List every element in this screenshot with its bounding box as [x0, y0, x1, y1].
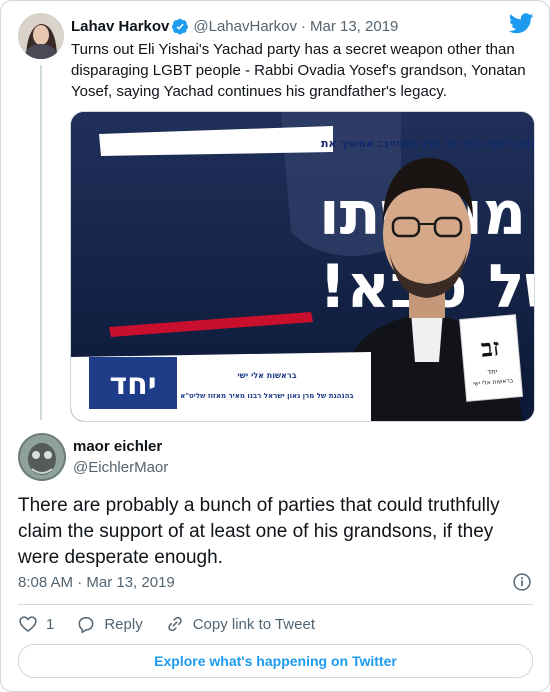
ballot-sub-1: יחד — [487, 367, 498, 376]
heart-icon — [19, 616, 37, 632]
reply-icon — [78, 617, 94, 634]
avatar[interactable] — [18, 13, 64, 59]
copy-link-button[interactable]: Copy link to Tweet — [165, 614, 315, 634]
tweet-actions: 1 Reply Copy link to Tweet — [18, 613, 337, 635]
like-count: 1 — [46, 615, 55, 633]
tweet-media-image[interactable]: יהונתן יוסף נכדו של מרן מתחייב: אמשיך את… — [70, 111, 535, 422]
separator: · — [301, 17, 306, 35]
author-handle[interactable]: @EichlerMaor — [73, 458, 168, 478]
explore-twitter-button[interactable]: Explore what's happening on Twitter — [18, 644, 533, 678]
tweet-card: Lahav Harkov @LahavHarkov · Mar 13, 2019… — [0, 0, 550, 692]
tweet-date[interactable]: Mar 13, 2019 — [310, 18, 398, 35]
verified-badge-icon — [172, 18, 189, 34]
copy-link-label: Copy link to Tweet — [192, 615, 315, 633]
reply-button[interactable]: Reply — [76, 614, 143, 634]
explore-label: Explore what's happening on Twitter — [154, 653, 397, 669]
parent-tweet-text: Turns out Eli Yishai's Yachad party has … — [71, 41, 526, 100]
author-handle[interactable]: @LahavHarkov — [193, 18, 297, 35]
divider — [18, 604, 533, 605]
tweet-text: There are probably a bunch of parties th… — [18, 495, 500, 568]
thread-line — [40, 65, 42, 420]
like-button[interactable]: 1 — [18, 614, 54, 634]
info-icon[interactable] — [512, 572, 532, 592]
parent-header: Lahav Harkov @LahavHarkov · Mar 13, 2019 — [71, 15, 491, 37]
author-name[interactable]: maor eichler — [73, 437, 162, 457]
poster-top-line: יהונתן יוסף נכדו של מרן מתחייב: אמשיך את — [321, 137, 534, 150]
author-name[interactable]: Lahav Harkov — [71, 18, 169, 35]
twitter-bird-icon[interactable] — [509, 13, 534, 34]
avatar[interactable] — [18, 433, 66, 481]
reply-label: Reply — [104, 615, 143, 633]
poster-sub-2: בהנהגת של מרן גאון ישראל רבנו מאיר מאזוז… — [180, 392, 353, 400]
link-icon — [168, 616, 182, 632]
ballot-letters: זב — [480, 332, 501, 363]
poster-party-logo: יחד — [109, 367, 156, 402]
tweet-timestamp[interactable]: 8:08 AM · Mar 13, 2019 — [18, 573, 175, 593]
poster-sub-1: בראשות אלי ישי — [237, 371, 296, 380]
